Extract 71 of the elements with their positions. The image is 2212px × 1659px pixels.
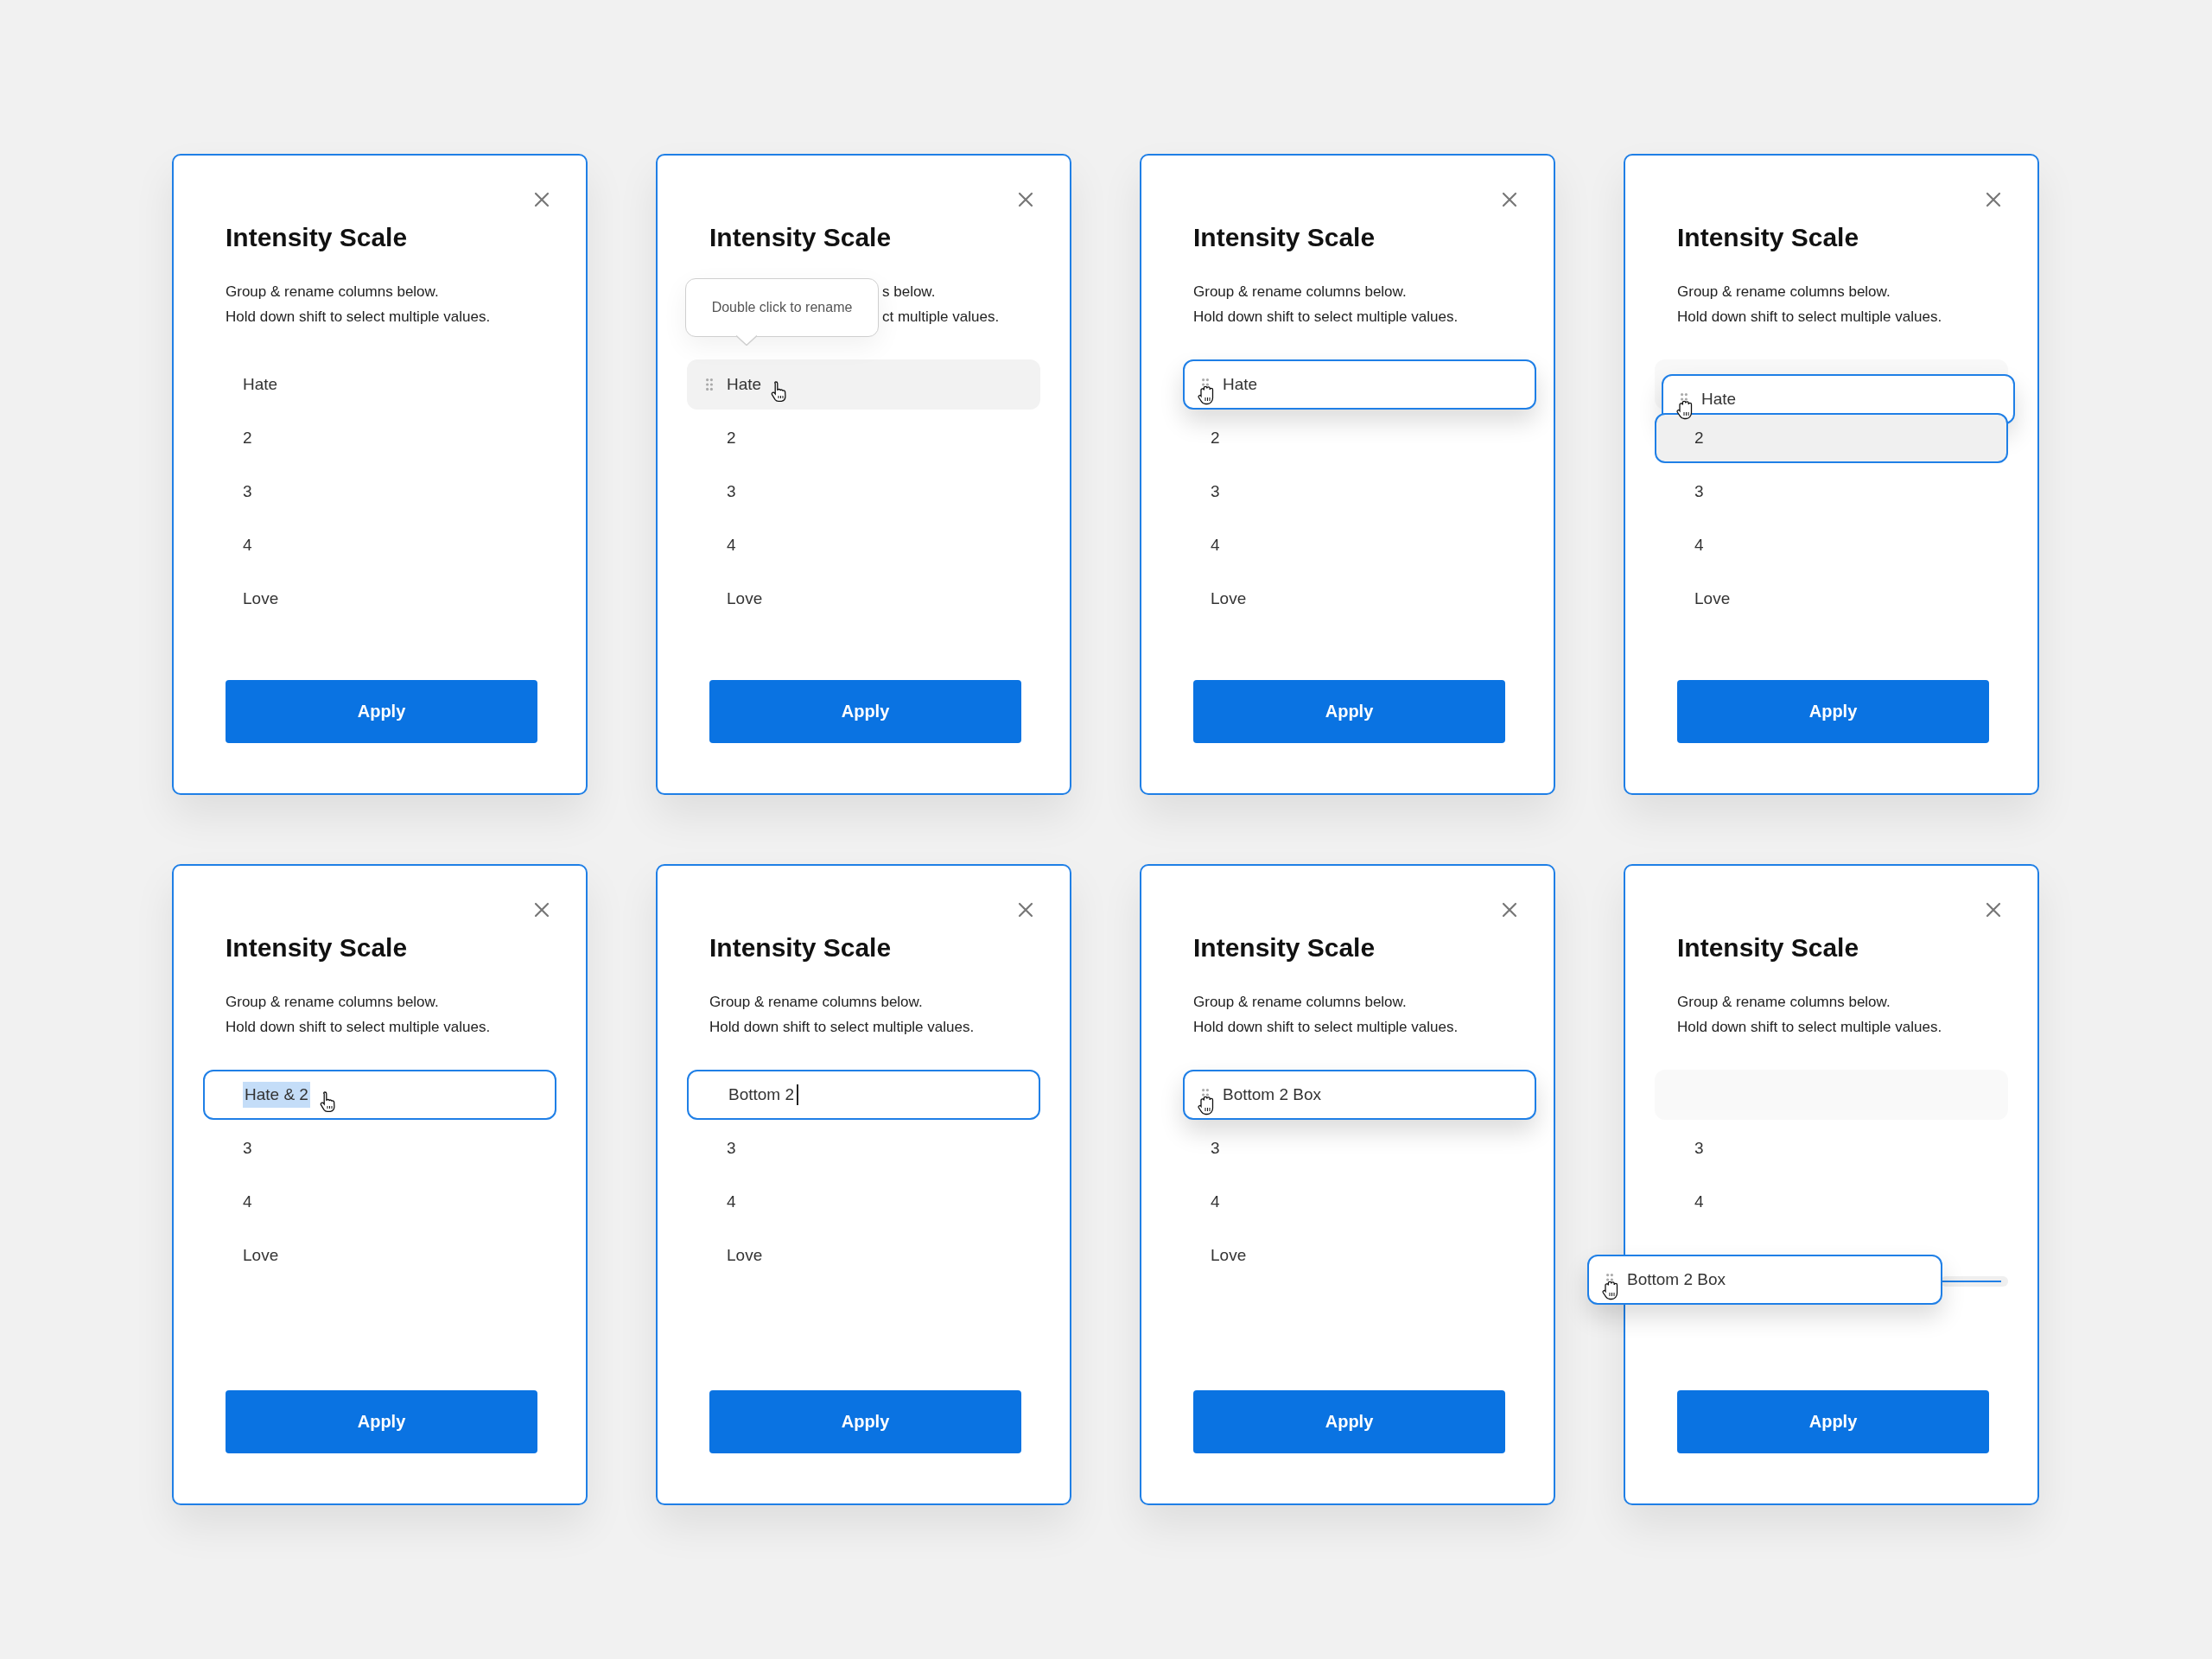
dialog-title: Intensity Scale <box>1193 222 1376 253</box>
apply-button[interactable]: Apply <box>1193 680 1505 743</box>
description-line: Hold down shift to select multiple values. <box>226 308 492 327</box>
apply-button[interactable]: Apply <box>1677 1390 1989 1453</box>
apply-button[interactable]: Apply <box>1677 680 1989 743</box>
drag-handle-icon[interactable] <box>706 378 713 391</box>
list-item[interactable]: Love <box>1655 574 2008 624</box>
list-item[interactable]: Hate <box>203 359 556 410</box>
list-item[interactable]: Hate <box>687 359 1040 410</box>
rename-field[interactable]: Bottom 2 <box>687 1070 1040 1120</box>
description-line: Hold down shift to select multiple values. <box>226 1018 492 1037</box>
list-item[interactable]: Love <box>1171 1230 1524 1281</box>
pointer-hand-icon <box>318 1090 338 1113</box>
list-item[interactable]: 2 <box>687 413 1040 463</box>
list-item[interactable]: 3 <box>203 467 556 517</box>
list-item[interactable]: Love <box>203 1230 556 1281</box>
list-item[interactable]: 3 <box>687 1123 1040 1173</box>
list-item[interactable]: Bottom 2 Box <box>1183 1070 1536 1120</box>
description-line: Hold down shift to select multiple values. <box>1193 308 1459 327</box>
list-item[interactable]: Hate <box>1183 359 1536 410</box>
description-line: Group & rename columns below. <box>1677 993 1891 1012</box>
list-item[interactable]: 4 <box>1171 520 1524 570</box>
dialog-title: Intensity Scale <box>709 222 893 253</box>
list-item[interactable]: Love <box>203 574 556 624</box>
dialog-title: Intensity Scale <box>226 932 409 963</box>
list-item[interactable]: 3 <box>1171 1123 1524 1173</box>
list-item[interactable]: 4 <box>203 520 556 570</box>
description-line: Group & rename columns below. <box>226 993 440 1012</box>
apply-button[interactable]: Apply <box>226 1390 537 1453</box>
description-line: Hold down shift to select multiple values. <box>1677 1018 1943 1037</box>
description-line: Group & rename columns below. <box>1677 283 1891 302</box>
list-item[interactable]: 3 <box>687 467 1040 517</box>
list-item[interactable]: 4 <box>1171 1177 1524 1227</box>
description-line: Group & rename columns below. <box>1193 283 1408 302</box>
dialog-title: Intensity Scale <box>226 222 409 253</box>
dialog-title: Intensity Scale <box>1677 222 1860 253</box>
description-line: Group & rename columns below. <box>226 283 440 302</box>
description-line: Hold down shift to select multiple values. <box>1677 308 1943 327</box>
dragged-item[interactable]: Bottom 2 Box <box>1587 1255 1942 1305</box>
description-line: Hold down shift to select multiple values. <box>1193 1018 1459 1037</box>
list-item[interactable]: 3 <box>1171 467 1524 517</box>
apply-button[interactable]: Apply <box>709 680 1021 743</box>
description-line: Group & rename columns below. <box>709 993 924 1012</box>
list-item[interactable]: 2 <box>203 413 556 463</box>
apply-button[interactable]: Apply <box>709 1390 1021 1453</box>
dialog-title: Intensity Scale <box>1677 932 1860 963</box>
field-text: Bottom 2 <box>728 1084 796 1105</box>
description-line: s below. <box>882 283 937 302</box>
field-text: Hate & 2 <box>243 1082 310 1108</box>
apply-button[interactable]: Apply <box>226 680 537 743</box>
list-item[interactable]: 4 <box>1655 1177 2008 1227</box>
description-line: Group & rename columns below. <box>1193 993 1408 1012</box>
list-item[interactable]: Love <box>687 574 1040 624</box>
list-item[interactable]: 4 <box>687 1177 1040 1227</box>
list-item[interactable]: 4 <box>203 1177 556 1227</box>
tooltip-arrow-icon <box>736 335 757 346</box>
description-line: ct multiple values. <box>882 308 1001 327</box>
list-item[interactable]: Love <box>1171 574 1524 624</box>
list-item[interactable]: 4 <box>1655 520 2008 570</box>
list-item[interactable]: 2 <box>1655 413 2008 463</box>
dialog-title: Intensity Scale <box>1193 932 1376 963</box>
description-line: Hold down shift to select multiple values. <box>709 1018 976 1037</box>
list-item[interactable]: 2 <box>1171 413 1524 463</box>
apply-button[interactable]: Apply <box>1193 1390 1505 1453</box>
list-item[interactable]: 3 <box>1655 467 2008 517</box>
list-item[interactable]: 4 <box>687 520 1040 570</box>
dialog-title: Intensity Scale <box>709 932 893 963</box>
list-item[interactable]: Love <box>687 1230 1040 1281</box>
list-item[interactable]: 3 <box>203 1123 556 1173</box>
list-item[interactable]: 3 <box>1655 1123 2008 1173</box>
rename-field[interactable]: Hate & 2 <box>203 1070 556 1120</box>
